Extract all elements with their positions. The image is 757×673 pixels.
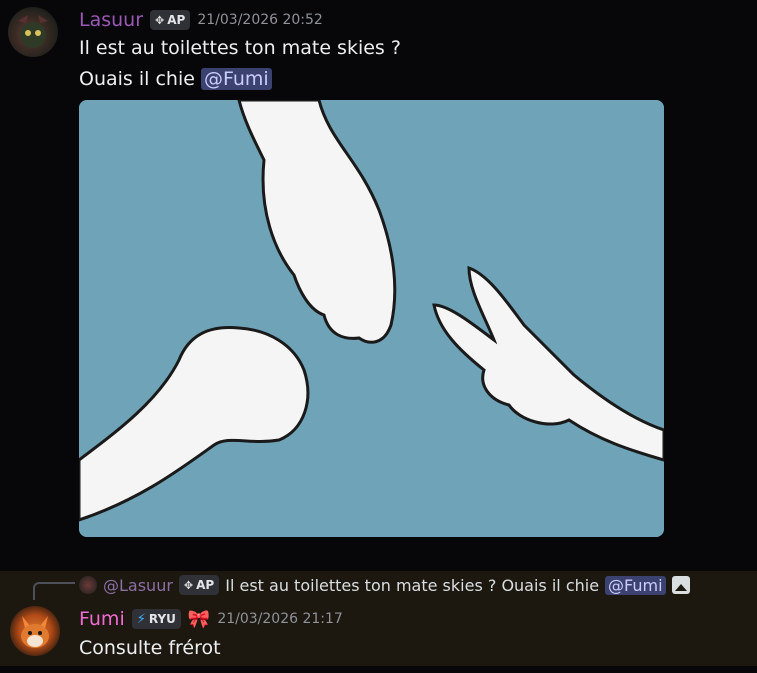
rock-paper-scissors-illustration bbox=[79, 100, 664, 537]
message-line-2: Ouais il chie @Fumi bbox=[79, 68, 272, 90]
message-lasuur: Lasuur ✥ AP 21/03/2026 20:52 Il est au t… bbox=[0, 0, 757, 560]
message-text: Ouais il chie bbox=[79, 68, 201, 90]
avatar[interactable] bbox=[8, 7, 58, 57]
message-header: Fumi ⚡ RYU 🎀 21/03/2026 21:17 bbox=[79, 605, 343, 633]
reply-preview[interactable]: @Lasuur ✥ AP Il est au toilettes ton mat… bbox=[79, 574, 690, 596]
reply-author[interactable]: @Lasuur bbox=[103, 576, 173, 595]
guild-tag-label: RYU bbox=[148, 612, 176, 626]
reply-guild-tag: ✥ AP bbox=[178, 575, 220, 595]
timestamp: 21/03/2026 21:17 bbox=[217, 611, 343, 627]
reply-tag-label: AP bbox=[196, 578, 215, 592]
avatar[interactable] bbox=[10, 606, 60, 656]
guild-tag[interactable]: ✥ AP bbox=[150, 10, 191, 30]
image-icon bbox=[671, 576, 690, 594]
guild-tag[interactable]: ⚡ RYU bbox=[131, 609, 181, 629]
reply-text: Il est au toilettes ton mate skies ? Oua… bbox=[225, 575, 600, 595]
message-header: Lasuur ✥ AP 21/03/2026 20:52 bbox=[79, 7, 323, 33]
message-text: Consulte frérot bbox=[79, 637, 221, 659]
diamond-icon: ✥ bbox=[183, 578, 194, 592]
reply-mention[interactable]: @Fumi bbox=[605, 575, 666, 595]
bolt-icon: ⚡ bbox=[136, 611, 146, 627]
message-line-1: Il est au toilettes ton mate skies ? bbox=[79, 37, 401, 59]
diamond-icon: ✥ bbox=[155, 13, 165, 27]
bow-icon[interactable]: 🎀 bbox=[188, 609, 210, 630]
username[interactable]: Lasuur bbox=[79, 9, 143, 31]
image-attachment[interactable] bbox=[79, 100, 664, 537]
user-mention[interactable]: @Fumi bbox=[200, 68, 272, 90]
username[interactable]: Fumi bbox=[79, 608, 125, 630]
timestamp: 21/03/2026 20:52 bbox=[197, 12, 323, 28]
guild-tag-label: AP bbox=[167, 13, 186, 27]
reply-connector bbox=[33, 582, 75, 600]
reply-avatar bbox=[79, 576, 97, 594]
